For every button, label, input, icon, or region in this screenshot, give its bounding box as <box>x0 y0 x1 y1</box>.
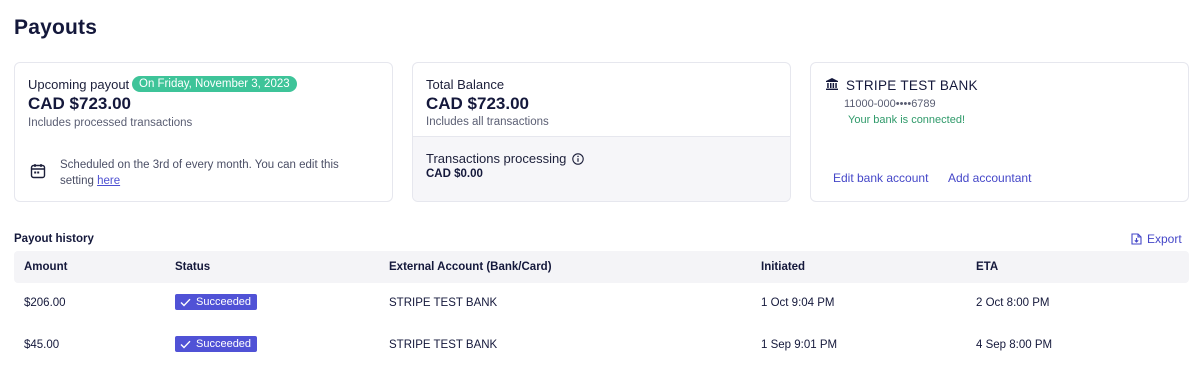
table-row[interactable]: $45.00 Succeeded STRIPE TEST BANK 1 Sep … <box>14 325 1189 367</box>
column-header-initiated[interactable]: Initiated <box>761 261 805 273</box>
file-export-icon <box>1131 233 1142 245</box>
export-button[interactable]: Export <box>1131 232 1182 246</box>
total-balance-amount: CAD $723.00 <box>426 94 530 113</box>
upcoming-payout-amount: CAD $723.00 <box>28 94 132 113</box>
processing-section: Transactions processing CAD $0.00 <box>413 136 790 201</box>
column-header-status[interactable]: Status <box>175 261 210 273</box>
bank-connected-status: Your bank is connected! <box>848 114 966 126</box>
info-icon[interactable] <box>572 152 585 165</box>
payout-amount: $45.00 <box>24 339 60 351</box>
processing-label: Transactions processing <box>426 151 567 166</box>
page-title: Payouts <box>14 16 98 39</box>
upcoming-payout-label: Upcoming payout <box>28 77 130 92</box>
eta-date: 4 Sep 8:00 PM <box>976 339 1053 351</box>
bank-icon <box>826 78 838 90</box>
column-header-amount[interactable]: Amount <box>24 261 67 273</box>
external-account: STRIPE TEST BANK <box>389 339 498 351</box>
payout-history-table: Amount Status External Account (Bank/Car… <box>14 251 1189 367</box>
initiated-date: 1 Sep 9:01 PM <box>761 339 838 351</box>
edit-schedule-link[interactable]: here <box>97 175 120 187</box>
checkmark-icon <box>180 340 191 349</box>
initiated-date: 1 Oct 9:04 PM <box>761 297 835 309</box>
bank-account-card: STRIPE TEST BANK 11000-000••••6789 Your … <box>810 62 1189 202</box>
processing-row: Transactions processing <box>426 151 585 166</box>
external-account: STRIPE TEST BANK <box>389 297 498 309</box>
checkmark-icon <box>180 298 191 307</box>
balance-summary: Total Balance CAD $723.00 Includes all t… <box>413 63 790 136</box>
total-balance-label: Total Balance <box>426 77 505 92</box>
upcoming-payout-card: Upcoming payout On Friday, November 3, 2… <box>14 62 393 202</box>
total-balance-subtext: Includes all transactions <box>426 116 549 128</box>
table-row[interactable]: $206.00 Succeeded STRIPE TEST BANK 1 Oct… <box>14 283 1189 325</box>
bank-account-number: 11000-000••••6789 <box>844 98 936 110</box>
payout-amount: $206.00 <box>24 297 66 309</box>
status-label: Succeeded <box>196 338 252 350</box>
table-header: Amount Status External Account (Bank/Car… <box>14 251 1189 283</box>
column-header-external-account[interactable]: External Account (Bank/Card) <box>389 261 552 273</box>
upcoming-payout-subtext: Includes processed transactions <box>28 117 193 129</box>
status-badge: Succeeded <box>175 336 258 352</box>
payout-date-badge: On Friday, November 3, 2023 <box>132 76 297 92</box>
payout-schedule-text: Scheduled on the 3rd of every month. You… <box>60 157 360 189</box>
payout-history-title: Payout history <box>14 233 94 245</box>
processing-amount: CAD $0.00 <box>426 168 483 180</box>
calendar-icon <box>30 164 46 179</box>
status-label: Succeeded <box>196 296 252 308</box>
add-accountant-link[interactable]: Add accountant <box>948 171 1031 185</box>
export-label: Export <box>1147 232 1182 246</box>
column-header-eta[interactable]: ETA <box>976 261 998 273</box>
eta-date: 2 Oct 8:00 PM <box>976 297 1050 309</box>
status-badge: Succeeded <box>175 294 258 310</box>
bank-name: STRIPE TEST BANK <box>846 78 978 93</box>
edit-bank-account-link[interactable]: Edit bank account <box>833 171 928 185</box>
total-balance-card: Total Balance CAD $723.00 Includes all t… <box>412 62 791 202</box>
